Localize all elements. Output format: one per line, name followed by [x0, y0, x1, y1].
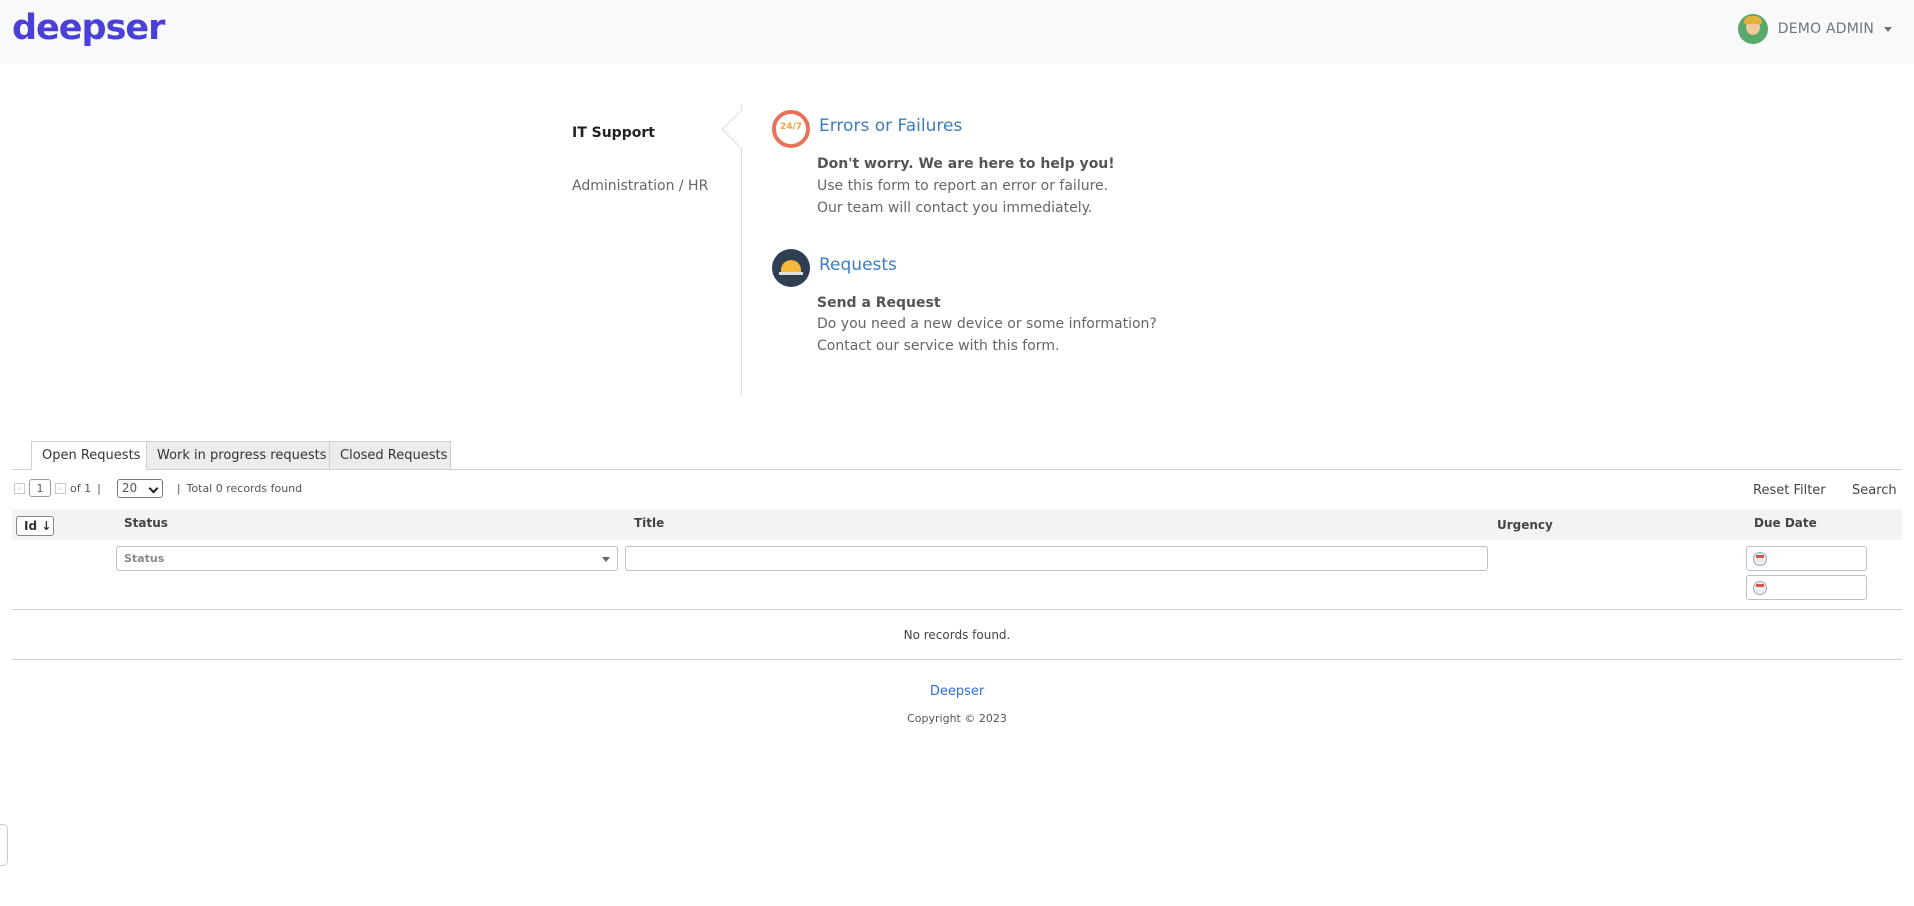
reset-filter-button[interactable]: Reset Filter: [1753, 483, 1826, 498]
column-due-date-header[interactable]: Due Date: [1754, 516, 1817, 530]
footer-link-text[interactable]: Deepser: [930, 684, 984, 699]
column-status-header[interactable]: Status: [124, 516, 168, 530]
prev-page-icon[interactable]: ‹: [14, 482, 25, 494]
service-subtitle: Send a Request: [817, 295, 941, 311]
sort-arrow-down-icon: ↓: [41, 519, 52, 533]
service-description-line: Use this form to report an error or fail…: [817, 178, 1109, 194]
column-id-label: Id: [24, 519, 38, 533]
pager-separator: |: [97, 481, 101, 495]
category-it-support[interactable]: IT Support: [572, 125, 655, 141]
no-records-message: No records found.: [12, 611, 1902, 660]
top-header: deepser DEMO ADMIN: [0, 0, 1914, 63]
service-title[interactable]: Requests: [819, 255, 897, 275]
service-description-line: Our team will contact you immediately.: [817, 200, 1093, 216]
status-filter-select[interactable]: Status: [116, 546, 618, 571]
request-tabs: Open Requests Work in progress requests …: [12, 441, 1902, 470]
tab-open-requests[interactable]: Open Requests: [31, 441, 147, 470]
service-description-line: Contact our service with this form.: [817, 338, 1060, 354]
next-page-icon[interactable]: ›: [55, 482, 66, 494]
user-name[interactable]: DEMO ADMIN: [1778, 21, 1874, 37]
title-filter-input[interactable]: [625, 546, 1488, 571]
grid-header: Id ↓ Status Title Urgency Due Date: [12, 509, 1902, 540]
column-urgency-header: Urgency: [1497, 518, 1553, 532]
pager: ‹ 1 › of 1 | 20 | Total 0 records found: [14, 478, 302, 498]
user-avatar-icon[interactable]: [1737, 14, 1768, 44]
deepser-logo[interactable]: deepser: [12, 8, 165, 48]
active-category-pointer: [720, 108, 742, 152]
footer-deepser-link: Deepser: [0, 684, 1914, 699]
calendar-icon[interactable]: [1753, 581, 1767, 595]
service-description-line: Do you need a new device or some informa…: [817, 316, 1157, 332]
side-panel-handle[interactable]: [0, 824, 8, 866]
service-title[interactable]: Errors or Failures: [819, 116, 962, 136]
column-title-header[interactable]: Title: [634, 516, 664, 530]
due-date-from-input[interactable]: [1746, 546, 1867, 571]
page-number-input[interactable]: 1: [29, 479, 51, 497]
tab-work-in-progress-requests[interactable]: Work in progress requests: [146, 441, 330, 470]
calendar-icon[interactable]: [1753, 552, 1767, 566]
support-24-7-icon[interactable]: [772, 110, 810, 148]
search-button[interactable]: Search: [1852, 483, 1897, 498]
category-nav: IT Support Administration / HR: [572, 104, 742, 396]
due-date-to-input[interactable]: [1746, 575, 1867, 600]
sort-id-button[interactable]: Id ↓: [16, 516, 54, 536]
user-menu[interactable]: DEMO ADMIN: [1737, 14, 1892, 44]
service-bell-icon[interactable]: [772, 249, 810, 287]
tab-closed-requests[interactable]: Closed Requests: [329, 441, 451, 470]
total-records-text: Total 0 records found: [186, 481, 303, 495]
footer-copyright: Copyright © 2023: [907, 712, 1007, 725]
page-size-select[interactable]: 20: [116, 478, 163, 498]
category-administration-hr[interactable]: Administration / HR: [572, 178, 708, 194]
caret-down-icon[interactable]: [1884, 26, 1892, 32]
page-count-text: of 1: [70, 481, 92, 495]
filter-row: Status: [12, 540, 1902, 610]
service-subtitle: Don't worry. We are here to help you!: [817, 156, 1115, 172]
pager-separator: |: [176, 481, 181, 495]
